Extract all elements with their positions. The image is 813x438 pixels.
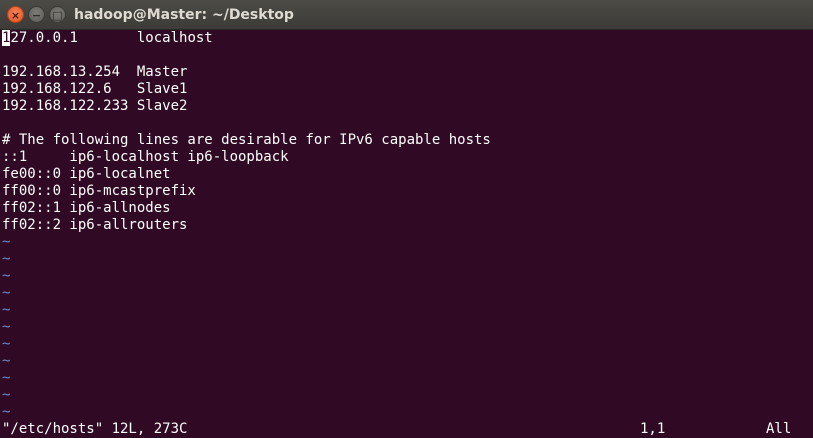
editor-line[interactable]: 192.168.122.233 Slave2 xyxy=(2,98,187,115)
close-button[interactable]: × xyxy=(7,6,24,23)
empty-line-tilde: ~ xyxy=(2,251,11,267)
maximize-icon: □ xyxy=(52,9,63,22)
editor-line[interactable]: ::1 ip6-localhost ip6-loopback xyxy=(2,149,289,166)
close-icon: × xyxy=(10,9,21,22)
empty-line-tilde: ~ xyxy=(2,370,11,386)
editor-line[interactable]: ff00::0 ip6-mcastprefix xyxy=(2,183,196,200)
minimize-button[interactable]: − xyxy=(28,6,45,23)
empty-line-tilde: ~ xyxy=(2,234,11,250)
editor-line[interactable]: fe00::0 ip6-localnet xyxy=(2,166,171,183)
empty-line-tilde: ~ xyxy=(2,285,11,301)
editor-line-text: 27.0.0.1 localhost xyxy=(10,30,213,46)
editor-line[interactable]: ff02::1 ip6-allnodes xyxy=(2,200,171,217)
editor-line[interactable]: 127.0.0.1 localhost xyxy=(2,30,213,47)
window-title: hadoop@Master: ~/Desktop xyxy=(74,7,294,23)
empty-line-tilde: ~ xyxy=(2,319,11,335)
empty-line-tilde: ~ xyxy=(2,336,11,352)
empty-line-tilde: ~ xyxy=(2,268,11,284)
status-scroll-position: All xyxy=(766,421,792,437)
empty-line-tilde: ~ xyxy=(2,353,11,369)
empty-line-tilde: ~ xyxy=(2,404,11,420)
status-file-info: "/etc/hosts" 12L, 273C xyxy=(2,421,188,437)
status-cursor-position: 1,1 xyxy=(640,421,666,437)
empty-line-tilde: ~ xyxy=(2,302,11,318)
editor-line[interactable]: ff02::2 ip6-allrouters xyxy=(2,217,187,234)
editor-line[interactable]: 192.168.13.254 Master xyxy=(2,64,187,81)
maximize-button[interactable]: □ xyxy=(49,6,66,23)
minimize-icon: − xyxy=(31,9,42,22)
editor-line[interactable]: 192.168.122.6 Slave1 xyxy=(2,81,187,98)
terminal-content[interactable]: 127.0.0.1 localhost 192.168.13.254 Maste… xyxy=(0,30,813,438)
empty-line-tilde: ~ xyxy=(2,387,11,403)
editor-line[interactable]: # The following lines are desirable for … xyxy=(2,132,491,149)
title-bar[interactable]: × − □ hadoop@Master: ~/Desktop xyxy=(0,0,813,30)
terminal-window: × − □ hadoop@Master: ~/Desktop 127.0.0.1… xyxy=(0,0,813,438)
